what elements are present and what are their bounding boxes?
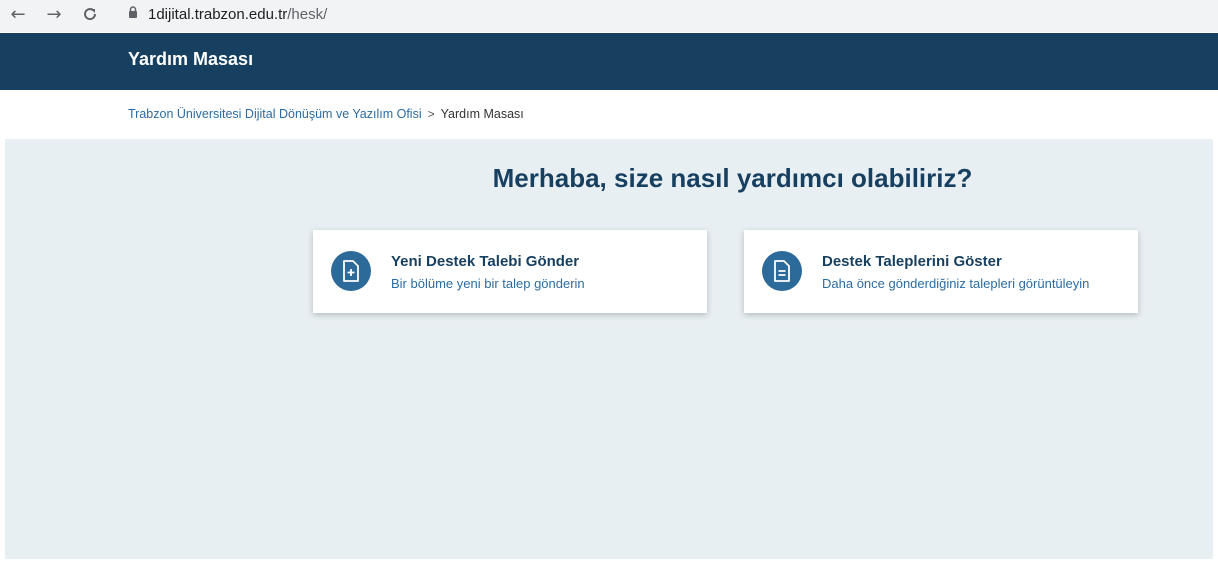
browser-toolbar: ← → 1dijital.trabzon.edu.tr/hesk/ (0, 0, 1218, 32)
document-add-icon (331, 251, 371, 291)
site-header: Yardım Masası (0, 33, 1218, 90)
new-ticket-card[interactable]: Yeni Destek Talebi Gönder Bir bölüme yen… (313, 230, 707, 313)
breadcrumb-current: Yardım Masası (440, 107, 524, 121)
view-tickets-card[interactable]: Destek Taleplerini Göster Daha önce gönd… (744, 230, 1138, 313)
url-path: /hesk/ (287, 5, 328, 23)
breadcrumb-parent-link[interactable]: Trabzon Üniversitesi Dijital Dönüşüm ve … (128, 107, 422, 121)
forward-arrow-icon[interactable]: → (42, 0, 66, 28)
back-arrow-icon[interactable]: ← (6, 0, 30, 28)
url-host: 1dijital.trabzon.edu.tr (148, 5, 288, 23)
new-ticket-description: Bir bölüme yeni bir talep gönderin (391, 276, 585, 291)
site-title[interactable]: Yardım Masası (128, 49, 253, 70)
view-tickets-description: Daha önce gönderdiğiniz talepleri görünt… (822, 276, 1090, 291)
document-list-icon (762, 251, 802, 291)
breadcrumb: Trabzon Üniversitesi Dijital Dönüşüm ve … (128, 107, 524, 121)
new-ticket-title[interactable]: Yeni Destek Talebi Gönder (391, 253, 579, 270)
lock-icon (128, 5, 138, 23)
breadcrumb-separator: > (427, 107, 435, 121)
page-heading: Merhaba, size nasıl yardımcı olabiliriz? (492, 163, 973, 193)
reload-icon[interactable] (78, 0, 102, 28)
address-bar[interactable]: 1dijital.trabzon.edu.tr/hesk/ (118, 0, 1218, 28)
view-tickets-title[interactable]: Destek Taleplerini Göster (822, 253, 1002, 270)
main-content: Merhaba, size nasıl yardımcı olabiliriz?… (5, 139, 1213, 559)
